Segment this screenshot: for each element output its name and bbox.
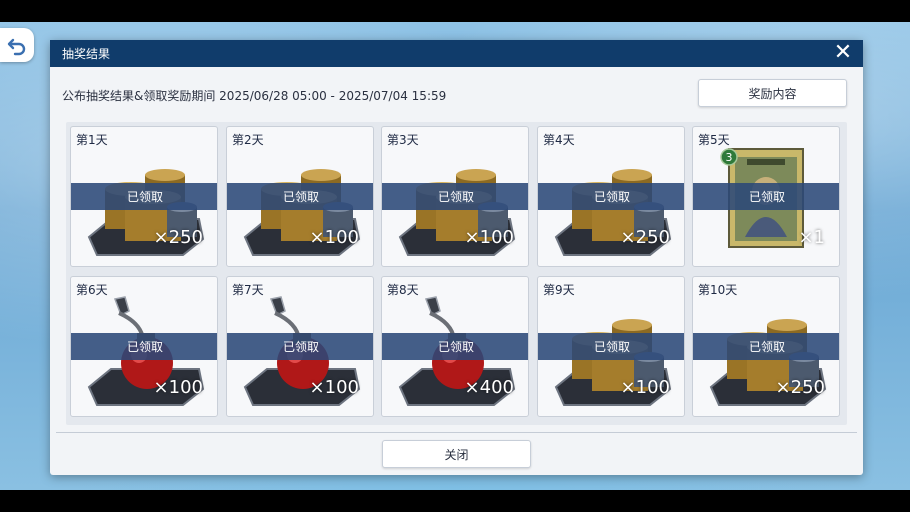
reward-card[interactable]: 第2天已领取 ×100 (226, 126, 374, 267)
dialog-title: 抽奖结果 (62, 47, 111, 61)
claimed-status: 已领取 (71, 333, 217, 360)
claim-period-text: 公布抽奖结果&领取奖励期间 2025/06/28 05:00 - 2025/07… (62, 89, 447, 103)
claimed-status: 已领取 (227, 333, 373, 360)
reward-quantity: ×100 (309, 227, 359, 248)
claimed-status: 已领取 (693, 333, 839, 360)
claimed-status: 已领取 (227, 183, 373, 210)
back-button[interactable] (0, 28, 34, 62)
reward-grid: 第1天 已领取 ×250 第2天 已领取 ×100 第3天 已领取 ×100 第4 (66, 122, 847, 425)
day-label: 第6天 (76, 283, 108, 297)
reward-card[interactable]: 第7天已领取 ×100 (226, 276, 374, 417)
reward-card[interactable]: 第8天已领取 ×400 (381, 276, 529, 417)
claimed-status: 已领取 (693, 183, 839, 210)
day-label: 第5天 (698, 133, 730, 147)
reward-quantity: ×1 (798, 227, 825, 248)
claimed-status: 已领取 (382, 183, 528, 210)
svg-text:3: 3 (726, 151, 733, 164)
dialog-title-bar: 抽奖结果 ✕ (50, 40, 863, 67)
reward-quantity: ×100 (309, 377, 359, 398)
claimed-status: 已领取 (71, 183, 217, 210)
day-label: 第8天 (387, 283, 419, 297)
reward-card[interactable]: 第4天已领取 ×250 (537, 126, 685, 267)
reward-quantity: ×250 (775, 377, 825, 398)
reward-quantity: ×100 (464, 227, 514, 248)
reward-contents-button[interactable]: 奖励内容 (698, 79, 847, 107)
day-label: 第10天 (698, 283, 738, 297)
day-label: 第7天 (232, 283, 264, 297)
reward-quantity: ×100 (620, 377, 670, 398)
day-label: 第2天 (232, 133, 264, 147)
day-label: 第3天 (387, 133, 419, 147)
reward-card[interactable]: 3 第5天已领取 ×1 (692, 126, 840, 267)
reward-quantity: ×250 (620, 227, 670, 248)
day-label: 第4天 (543, 133, 575, 147)
divider (56, 432, 857, 433)
reward-card[interactable]: 第10天已领取 ×250 (692, 276, 840, 417)
reward-quantity: ×250 (153, 227, 203, 248)
lottery-result-dialog: 抽奖结果 ✕ 公布抽奖结果&领取奖励期间 2025/06/28 05:00 - … (50, 40, 863, 475)
reward-quantity: ×400 (464, 377, 514, 398)
reward-card[interactable]: 第3天已领取 ×100 (381, 126, 529, 267)
claimed-status: 已领取 (382, 333, 528, 360)
reward-card[interactable]: 第9天已领取 ×100 (537, 276, 685, 417)
claimed-status: 已领取 (538, 333, 684, 360)
day-label: 第9天 (543, 283, 575, 297)
reward-card[interactable]: 第6天已领取 ×100 (70, 276, 218, 417)
reward-card[interactable]: 第1天已领取 ×250 (70, 126, 218, 267)
reward-quantity: ×100 (153, 377, 203, 398)
claimed-status: 已领取 (538, 183, 684, 210)
close-button[interactable]: 关闭 (382, 440, 531, 468)
close-icon[interactable]: ✕ (833, 42, 853, 64)
back-arrow-icon (7, 38, 26, 56)
day-label: 第1天 (76, 133, 108, 147)
